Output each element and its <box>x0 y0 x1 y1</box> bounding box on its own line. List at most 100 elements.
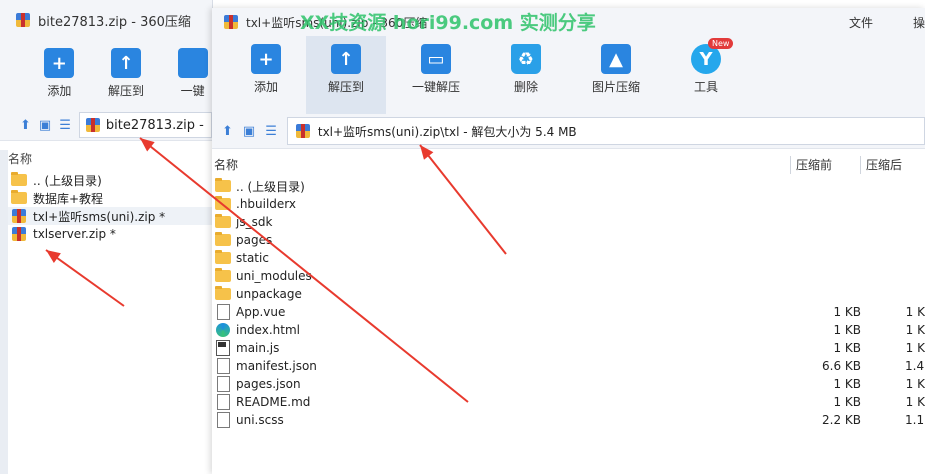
list-view-icon[interactable]: ☰ <box>59 118 71 133</box>
compressed-size: 1 K <box>905 323 925 337</box>
column-packed[interactable]: 压缩前 <box>796 156 832 173</box>
file-name: index.html <box>236 323 300 337</box>
view-icon[interactable]: ▣ <box>39 118 51 133</box>
file-name: README.md <box>236 395 311 409</box>
file-name: js_sdk <box>236 215 273 229</box>
zip-icon <box>14 11 32 29</box>
new-badge: New <box>708 38 734 49</box>
list-item[interactable]: 数据库+教程 <box>8 189 212 207</box>
compressed-size: 1 K <box>905 341 925 355</box>
column-separator[interactable] <box>860 156 861 174</box>
folder-icon <box>214 267 232 285</box>
file-icon <box>214 303 232 321</box>
packed-size: 1 KB <box>833 341 861 355</box>
image-compress-button[interactable]: ▲ 图片压缩 <box>566 36 666 114</box>
file-name: .. (上级目录) <box>236 179 305 194</box>
packed-size: 6.6 KB <box>822 359 861 373</box>
front-file-list: .. (上级目录) .hbuilderx js_sdkpages static uni_… <box>212 177 925 429</box>
script-file-icon <box>214 339 232 357</box>
left-edge-strip <box>0 150 8 474</box>
column-separator[interactable] <box>790 156 791 174</box>
compressed-size: 1 K <box>905 377 925 391</box>
packed-size: 1 KB <box>833 323 861 337</box>
table-row[interactable]: pages.json 1 KB 1 K <box>212 375 925 393</box>
back-window-title: bite27813.zip - 360压缩 <box>38 14 191 30</box>
table-row[interactable]: main.js 1 KB 1 K <box>212 339 925 357</box>
table-row[interactable]: .hbuilderx <box>212 195 925 213</box>
back-column-name[interactable]: 名称 <box>8 150 32 167</box>
column-name[interactable]: 名称 <box>214 156 238 173</box>
trash-icon: ♻ <box>511 44 541 74</box>
add-button[interactable]: + 添加 <box>226 36 306 114</box>
packed-size: 1 KB <box>833 305 861 319</box>
file-name: pages <box>236 233 273 247</box>
zip-icon <box>84 116 102 134</box>
up-arrow-icon[interactable]: ⬆ <box>222 124 233 139</box>
back-add-button[interactable]: + 添加 <box>40 40 79 110</box>
add-icon: + <box>44 48 75 78</box>
file-icon <box>214 357 232 375</box>
tools-button[interactable]: Y New 工具 <box>666 36 746 114</box>
front-toolbar: + 添加 ↑ 解压到 ▭ 一键解压 ♻ 删除 ▲ 图片压缩 Y New 工具 <box>212 36 925 114</box>
table-row[interactable]: index.html 1 KB 1 K <box>212 321 925 339</box>
table-row[interactable]: static <box>212 249 925 267</box>
view-icon[interactable]: ▣ <box>243 124 255 139</box>
table-row[interactable]: README.md 1 KB 1 K <box>212 393 925 411</box>
menu-file[interactable]: 文件 <box>849 14 873 31</box>
file-icon <box>214 411 232 429</box>
back-extract-button[interactable]: ↑ 解压到 <box>107 40 146 110</box>
table-row[interactable]: uni.scss 2.2 KB 1.1 K <box>212 411 925 429</box>
file-name: static <box>236 251 269 265</box>
table-row[interactable]: unpackage <box>212 285 925 303</box>
table-row[interactable]: App.vue 1 KB 1 K <box>212 303 925 321</box>
zip-icon <box>222 13 240 31</box>
list-item[interactable]: txlserver.zip * <box>8 225 212 243</box>
compressed-size: 1.1 K <box>905 413 925 427</box>
front-window: txl+监听sms(uni).zip - 360压缩 文件 操 + 添加 ↑ 解… <box>212 8 925 474</box>
file-name: .hbuilderx <box>236 197 297 211</box>
back-address-bar[interactable]: bite27813.zip - <box>78 112 212 138</box>
list-item[interactable]: txl+监听sms(uni).zip * <box>8 207 212 225</box>
file-name: main.js <box>236 341 280 355</box>
column-header: 名称 压缩前 压缩后 <box>212 156 925 174</box>
folder-icon <box>214 213 232 231</box>
one-click-extract-icon: ▭ <box>421 44 451 74</box>
front-address-row: ⬆ ▣ ☰ txl+监听sms(uni).zip\txl - 解包大小为 5.4… <box>212 114 925 149</box>
folder-icon <box>214 177 232 195</box>
edge-browser-icon <box>214 321 232 339</box>
table-row[interactable]: js_sdk <box>212 213 925 231</box>
table-row[interactable]: uni_modules <box>212 267 925 285</box>
folder-icon <box>214 195 232 213</box>
folder-icon <box>10 171 28 189</box>
file-name: manifest.json <box>236 359 317 373</box>
menu-bar: 文件 操 <box>849 8 925 36</box>
table-row[interactable]: .. (上级目录) <box>212 177 925 195</box>
table-row[interactable]: pages <box>212 231 925 249</box>
file-name: App.vue <box>236 305 286 319</box>
table-row[interactable]: manifest.json 6.6 KB 1.4 K <box>212 357 925 375</box>
folder-icon <box>214 231 232 249</box>
extract-icon: ↑ <box>111 48 141 78</box>
add-icon: + <box>251 44 281 74</box>
compressed-size: 1 K <box>905 395 925 409</box>
front-address-bar[interactable]: txl+监听sms(uni).zip\txl - 解包大小为 5.4 MB <box>286 117 925 145</box>
image-compress-icon: ▲ <box>601 44 631 74</box>
menu-operate[interactable]: 操 <box>913 14 925 31</box>
list-view-icon[interactable]: ☰ <box>265 124 277 139</box>
back-titlebar: bite27813.zip - 360压缩 <box>0 0 212 40</box>
one-click-icon <box>177 48 208 78</box>
list-item[interactable]: .. (上级目录) <box>8 171 212 189</box>
one-click-extract-button[interactable]: ▭ 一键解压 <box>386 36 486 114</box>
compressed-size: 1 K <box>905 305 925 319</box>
extract-to-button[interactable]: ↑ 解压到 <box>306 36 386 114</box>
back-one-click-button[interactable]: 一键 <box>173 40 212 110</box>
up-arrow-icon[interactable]: ⬆ <box>20 118 31 133</box>
zip-icon <box>10 225 28 243</box>
column-size[interactable]: 压缩后 <box>866 156 902 173</box>
back-toolbar: + 添加 ↑ 解压到 一键 <box>0 40 212 110</box>
compressed-size: 1.4 K <box>905 359 925 373</box>
file-name: unpackage <box>236 287 302 301</box>
delete-button[interactable]: ♻ 删除 <box>486 36 566 114</box>
packed-size: 1 KB <box>833 377 861 391</box>
zip-icon <box>10 207 28 225</box>
